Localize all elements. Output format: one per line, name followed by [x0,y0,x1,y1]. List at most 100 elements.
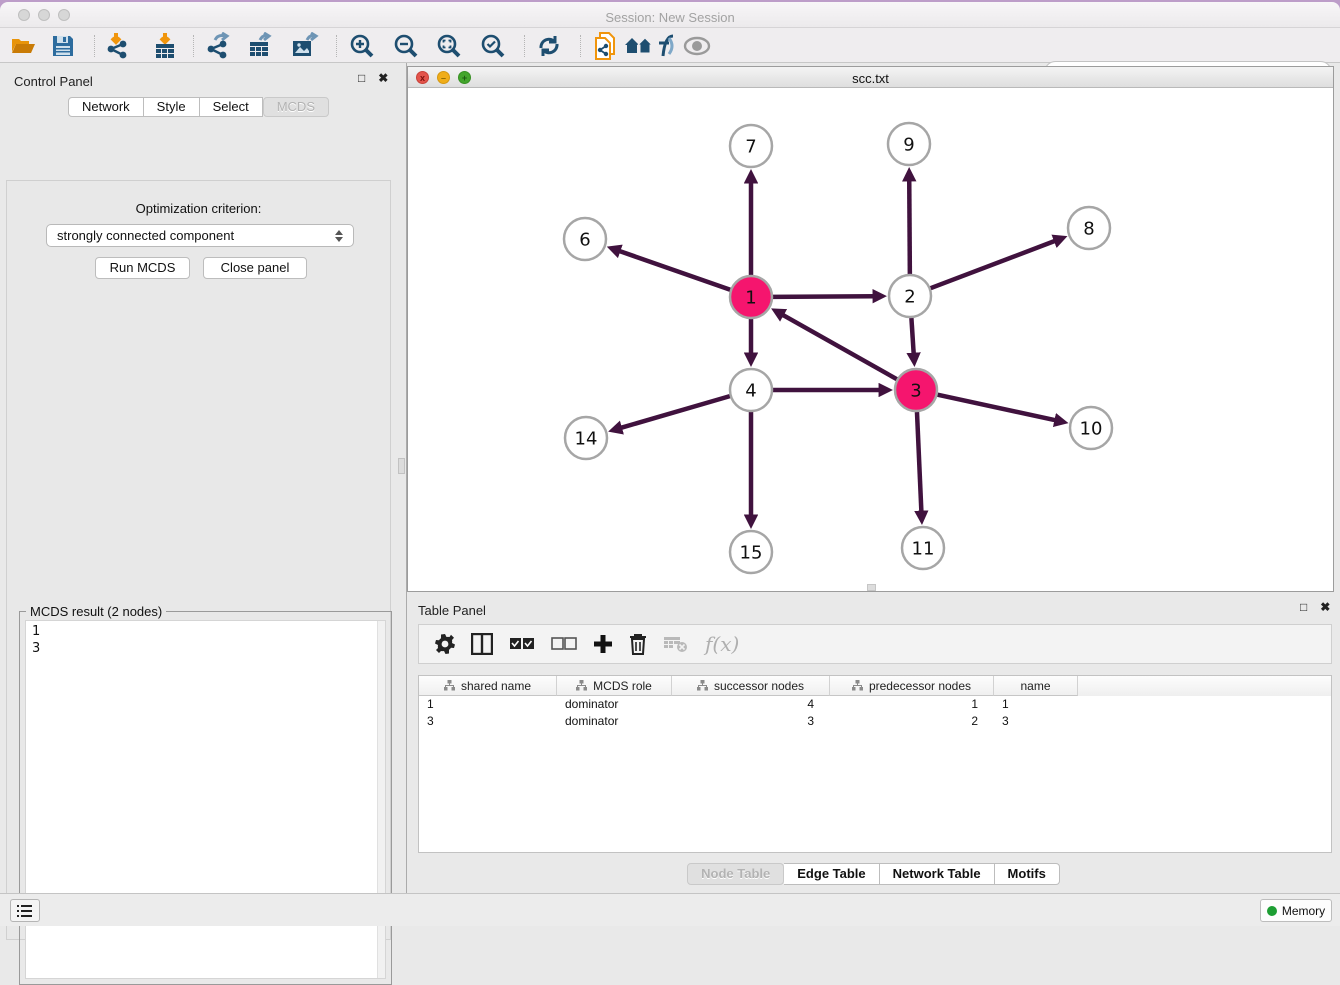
table-row[interactable]: 3dominator323 [419,713,1331,730]
column-header-name[interactable]: name [994,676,1078,696]
open-folder-icon[interactable] [8,32,38,60]
edge-3-10[interactable] [937,395,1055,421]
homes-icon[interactable] [624,32,654,60]
node-label: 11 [912,538,935,559]
memory-button[interactable]: Memory [1260,899,1332,922]
node-table[interactable]: shared nameMCDS rolesuccessor nodesprede… [418,675,1332,853]
save-icon[interactable] [48,32,78,60]
cell[interactable]: dominator [557,713,672,730]
network-file-icon[interactable] [590,32,620,60]
cell[interactable]: 1 [419,696,557,713]
refresh-icon[interactable] [534,32,564,60]
node-15[interactable]: 15 [730,531,772,573]
mcds-result-group: MCDS result (2 nodes) 13 [19,611,392,985]
network-canvas[interactable]: 7 9 6 8 1 2 4 3 14 10 15 11 [408,88,1333,591]
columns-icon[interactable] [471,633,493,655]
zoom-fit-icon[interactable] [434,32,464,60]
resize-grip[interactable] [867,584,876,591]
node-label: 3 [910,380,921,401]
node-4[interactable]: 4 [730,369,772,411]
edge-3-11[interactable] [917,412,921,512]
node-8[interactable]: 8 [1068,207,1110,249]
memory-label: Memory [1282,904,1325,918]
select-all-icon[interactable] [509,637,535,651]
node-label: 7 [745,136,756,157]
close-panel-icon[interactable]: ✖ [1320,600,1330,614]
tab-mcds[interactable]: MCDS [263,97,329,117]
import-table-icon[interactable] [150,32,180,60]
column-header-successor-nodes[interactable]: successor nodes [672,676,830,696]
cell[interactable]: 4 [672,696,830,713]
cell[interactable]: 3 [419,713,557,730]
column-header-predecessor-nodes[interactable]: predecessor nodes [830,676,994,696]
node-10[interactable]: 10 [1070,407,1112,449]
column-header-shared-name[interactable]: shared name [419,676,557,696]
cell[interactable]: 2 [830,713,994,730]
column-type-icon [697,680,708,691]
node-7[interactable]: 7 [730,125,772,167]
tab-network-table[interactable]: Network Table [880,863,995,885]
node-3[interactable]: 3 [895,369,937,411]
import-network-icon[interactable] [103,32,133,60]
network-graph: 7 9 6 8 1 2 4 3 14 10 15 11 [408,88,1333,591]
float-panel-icon[interactable]: □ [1300,600,1307,614]
table-row[interactable]: 1dominator411 [419,696,1331,713]
export-image-icon[interactable] [290,32,320,60]
label-curve-icon[interactable] [651,32,681,60]
float-panel-icon[interactable]: □ [358,71,365,85]
cell[interactable]: 3 [994,713,1078,730]
node-1[interactable]: 1 [730,276,772,318]
edge-1-2[interactable] [773,296,874,297]
edge-2-9[interactable] [909,180,910,274]
tab-motifs[interactable]: Motifs [995,863,1060,885]
status-bar: Memory [0,893,1340,926]
close-panel-icon[interactable]: ✖ [378,71,388,85]
export-table-icon[interactable] [246,32,276,60]
toolbar-separator [580,35,581,57]
node-14[interactable]: 14 [565,417,607,459]
edge-1-6[interactable] [619,251,730,290]
run-mcds-button[interactable]: Run MCDS [95,257,190,279]
export-network-icon[interactable] [203,32,233,60]
toolbar-separator [336,35,337,57]
tab-network[interactable]: Network [68,97,144,117]
list-icon [17,904,33,918]
edge-4-14[interactable] [621,396,730,428]
gear-icon[interactable] [435,634,455,654]
toolbar-separator [193,35,194,57]
splitter-grip[interactable] [398,458,405,474]
node-label: 8 [1083,218,1094,239]
column-header-MCDS-role[interactable]: MCDS role [557,676,672,696]
node-6[interactable]: 6 [564,218,606,260]
cell[interactable]: 1 [994,696,1078,713]
node-label: 15 [740,542,763,563]
tab-edge-table[interactable]: Edge Table [784,863,879,885]
zoom-in-icon[interactable] [347,32,377,60]
unselect-all-icon[interactable] [551,637,577,651]
control-panel: Control Panel □ ✖ NetworkStyleSelectMCDS… [0,63,397,893]
edge-2-8[interactable] [931,241,1056,288]
node-11[interactable]: 11 [902,527,944,569]
tab-select[interactable]: Select [200,97,263,117]
task-history-button[interactable] [10,899,40,922]
control-panel-title: Control Panel [14,74,93,89]
cell[interactable]: dominator [557,696,672,713]
tab-style[interactable]: Style [144,97,200,117]
node-9[interactable]: 9 [888,123,930,165]
close-panel-button[interactable]: Close panel [203,257,307,279]
window-titlebar: Session: New Session [0,2,1340,28]
zoom-out-icon[interactable] [391,32,421,60]
delete-table-icon [663,635,689,653]
node-2[interactable]: 2 [889,275,931,317]
edge-3-1[interactable] [782,315,896,380]
cell[interactable]: 3 [672,713,830,730]
vertical-splitter[interactable] [397,63,407,893]
zoom-selected-icon[interactable] [478,32,508,60]
tab-node-table[interactable]: Node Table [687,863,784,885]
eye-icon[interactable] [682,32,712,60]
edge-2-3[interactable] [911,318,913,354]
trash-icon[interactable] [629,633,647,655]
add-icon[interactable] [593,634,613,654]
cell[interactable]: 1 [830,696,994,713]
optimization-criterion-select[interactable]: strongly connected component [46,224,354,247]
